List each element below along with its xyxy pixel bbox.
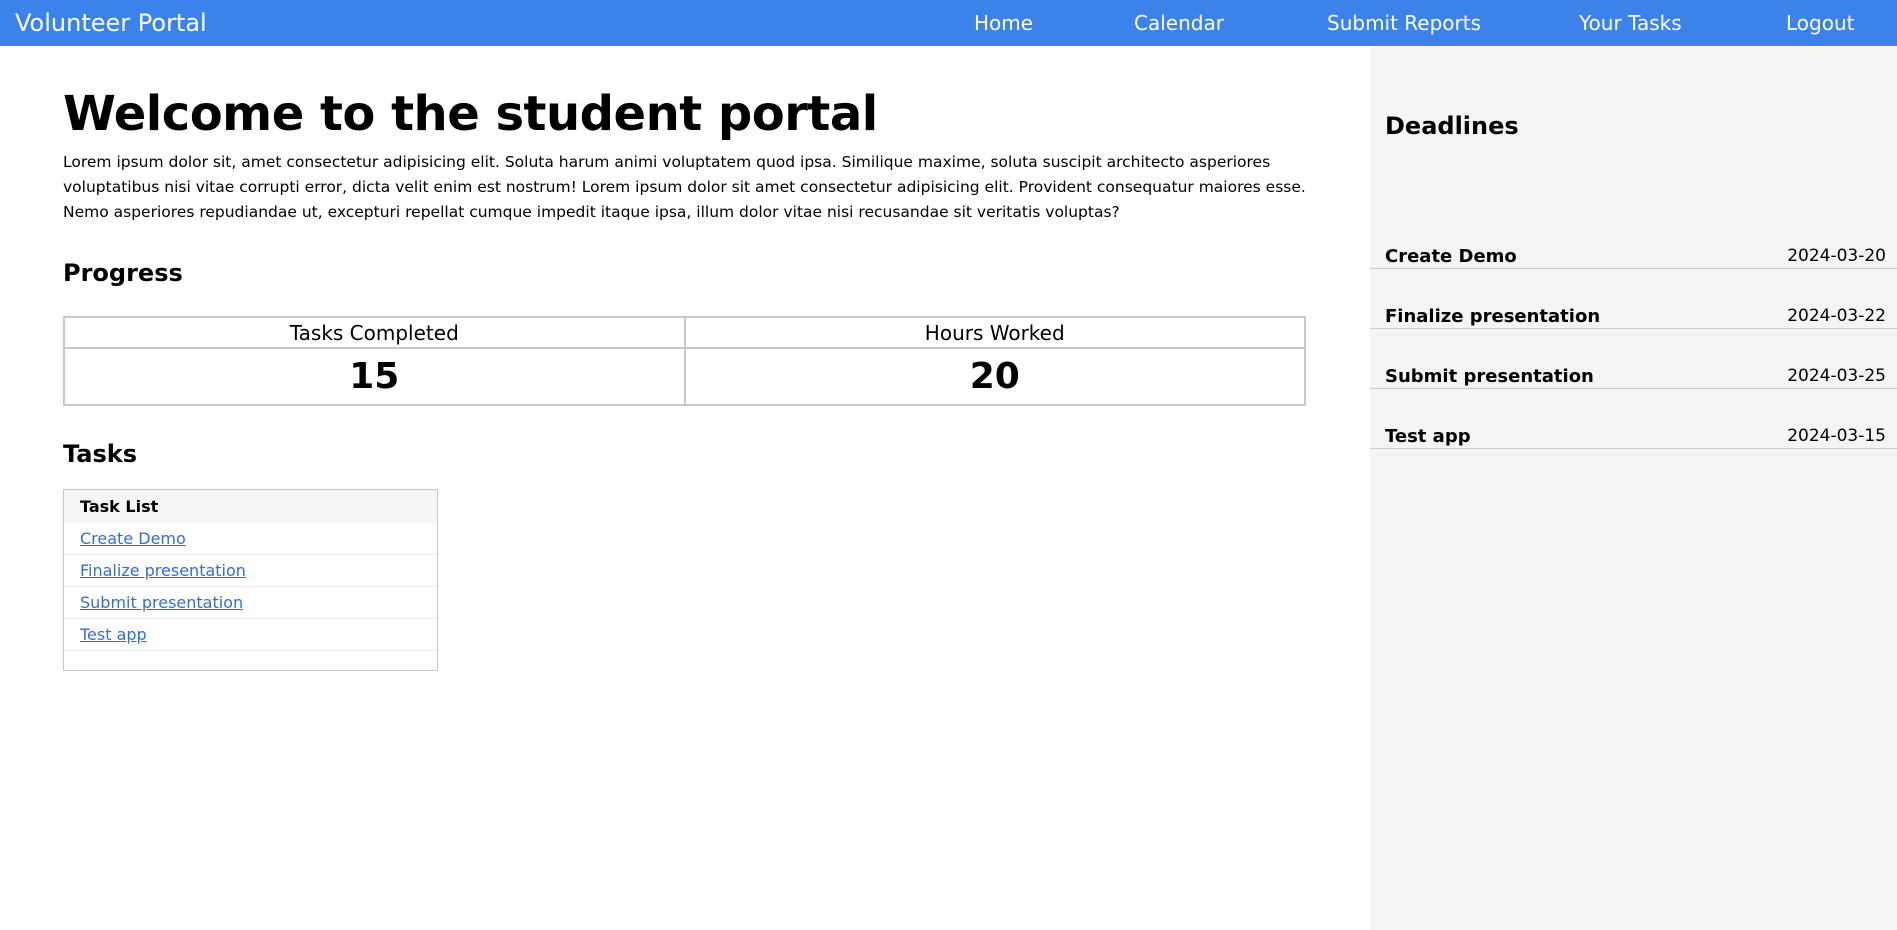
deadline-name: Create Demo <box>1385 246 1517 267</box>
deadline-name: Submit presentation <box>1385 366 1594 387</box>
hours-worked-cell: Hours Worked 20 <box>683 318 1304 404</box>
tasks-heading: Tasks <box>63 440 138 468</box>
tasks-completed-cell: Tasks Completed 15 <box>65 318 684 404</box>
task-link-submit-presentation[interactable]: Submit presentation <box>80 593 243 612</box>
nav-logout[interactable]: Logout <box>1786 0 1854 46</box>
task-link-test-app[interactable]: Test app <box>80 625 147 644</box>
list-item: Create Demo <box>64 523 437 555</box>
deadline-date: 2024-03-20 <box>1787 246 1886 266</box>
task-list: Task List Create Demo Finalize presentat… <box>63 489 438 671</box>
deadline-row: Test app 2024-03-15 <box>1370 389 1897 449</box>
deadline-date: 2024-03-15 <box>1787 426 1886 446</box>
deadline-row: Finalize presentation 2024-03-22 <box>1370 269 1897 329</box>
tasks-completed-value: 15 <box>349 356 400 397</box>
progress-heading: Progress <box>63 259 183 287</box>
intro-text: Lorem ipsum dolor sit, amet consectetur … <box>63 153 1306 221</box>
deadlines-sidebar: Deadlines Create Demo 2024-03-20 Finaliz… <box>1370 46 1897 930</box>
deadline-row: Create Demo 2024-03-20 <box>1370 209 1897 269</box>
progress-table: Tasks Completed 15 Hours Worked 20 <box>63 316 1306 406</box>
list-item: Submit presentation <box>64 587 437 619</box>
deadline-row: Submit presentation 2024-03-25 <box>1370 329 1897 389</box>
nav-home[interactable]: Home <box>974 0 1033 46</box>
nav-submit-reports[interactable]: Submit Reports <box>1327 0 1481 46</box>
hours-worked-value: 20 <box>969 356 1020 397</box>
task-list-header: Task List <box>64 490 437 523</box>
deadline-name: Finalize presentation <box>1385 306 1601 327</box>
page-title: Welcome to the student portal <box>63 86 878 142</box>
top-navbar: Volunteer Portal Home Calendar Submit Re… <box>0 0 1897 46</box>
nav-your-tasks[interactable]: Your Tasks <box>1579 0 1682 46</box>
brand-title[interactable]: Volunteer Portal <box>15 0 207 46</box>
task-link-finalize-presentation[interactable]: Finalize presentation <box>80 561 246 580</box>
deadline-date: 2024-03-25 <box>1787 366 1886 386</box>
task-link-create-demo[interactable]: Create Demo <box>80 529 186 548</box>
nav-calendar[interactable]: Calendar <box>1134 0 1224 46</box>
deadlines-title: Deadlines <box>1385 112 1519 140</box>
hours-worked-label: Hours Worked <box>685 318 1304 349</box>
deadline-date: 2024-03-22 <box>1787 306 1886 326</box>
list-item: Test app <box>64 619 437 651</box>
list-item: Finalize presentation <box>64 555 437 587</box>
deadline-name: Test app <box>1385 426 1471 447</box>
tasks-completed-label: Tasks Completed <box>65 318 684 349</box>
